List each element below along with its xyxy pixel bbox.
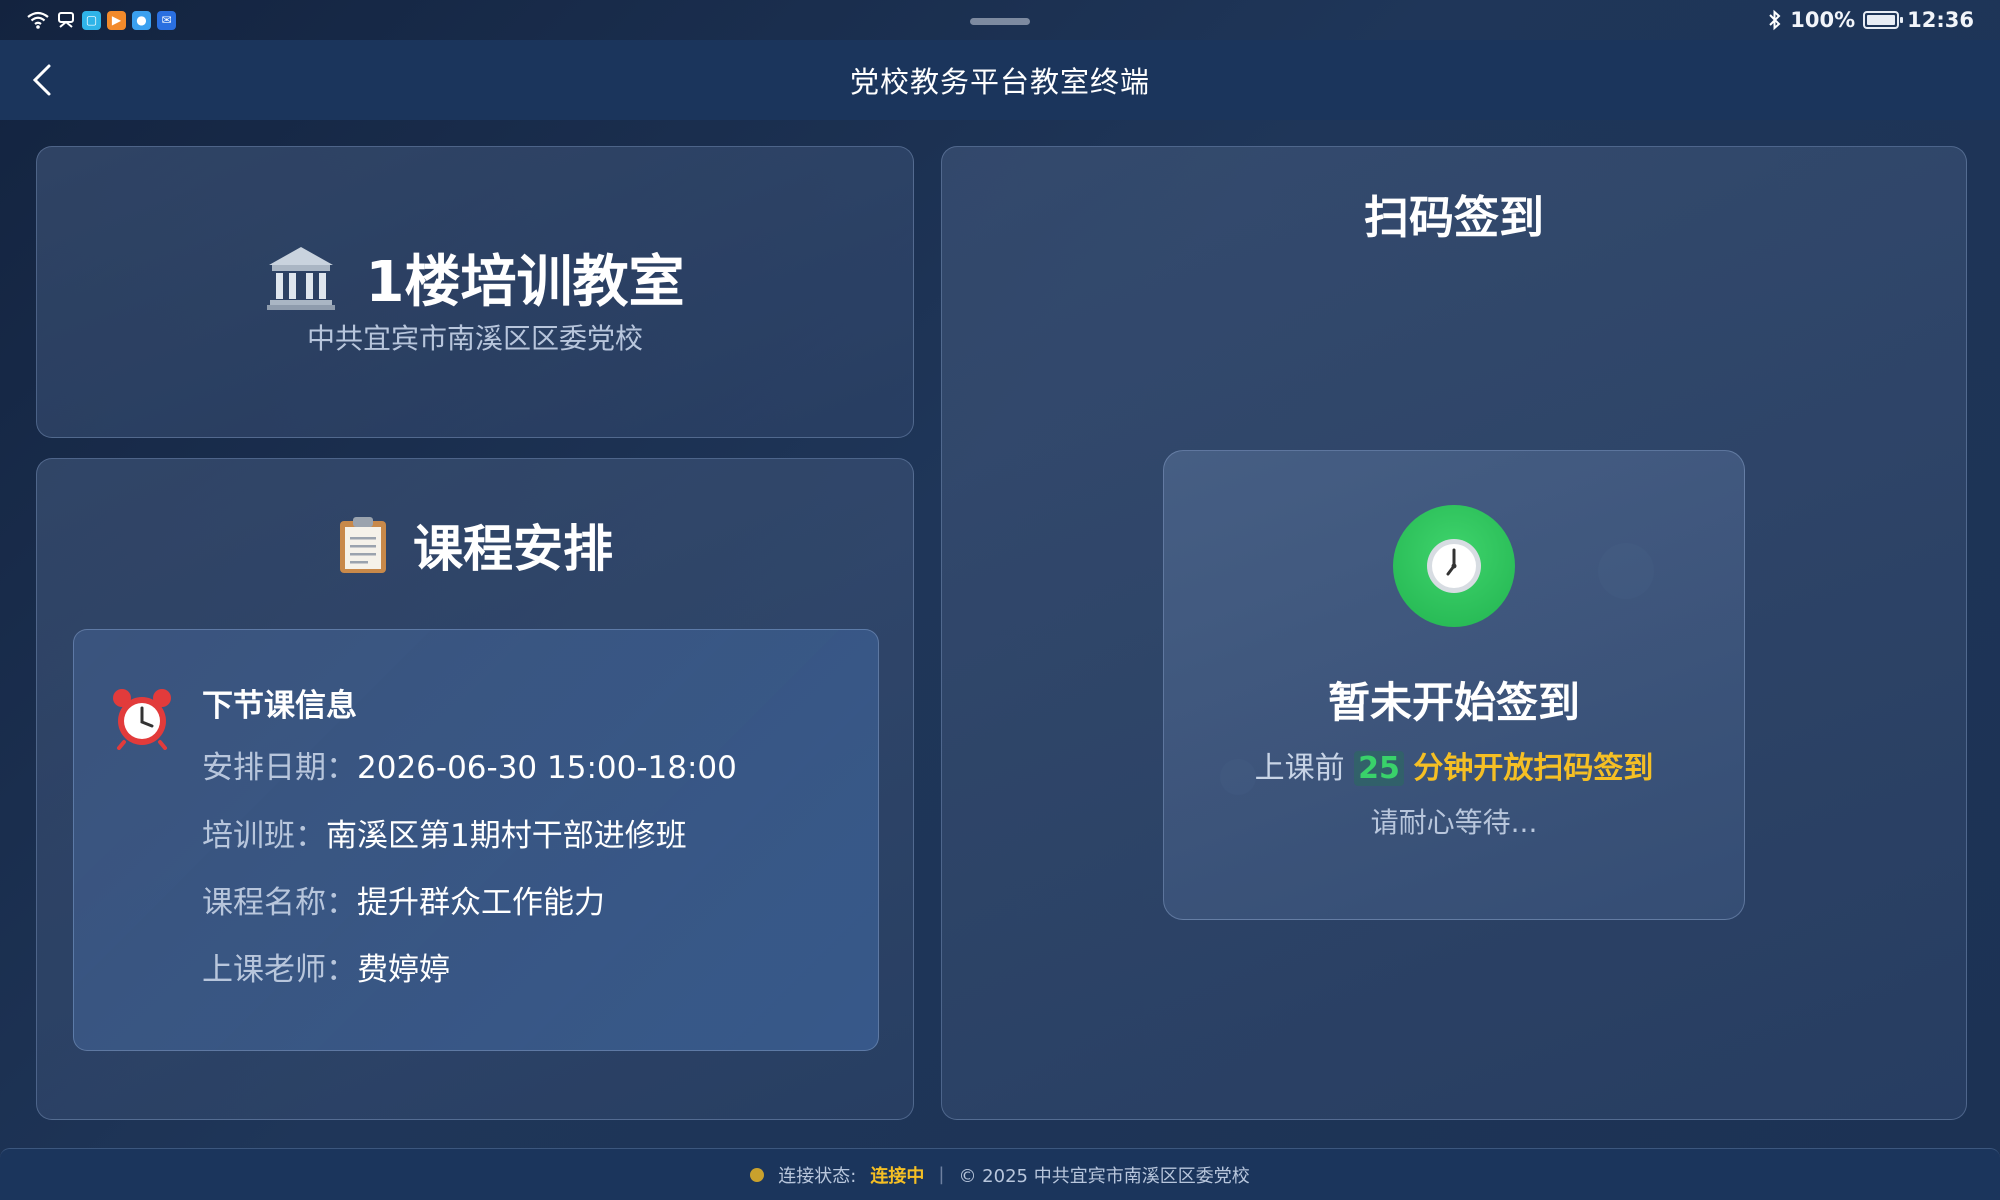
connection-label: 连接状态: xyxy=(778,1165,857,1187)
signin-open-message: 上课前 25 分钟开放扫码签到 xyxy=(1164,743,1744,787)
connection-status-dot xyxy=(750,1167,765,1182)
signin-status-text: 暂未开始签到 xyxy=(1327,678,1580,727)
teacher-label: 上课老师： xyxy=(202,952,357,988)
next-class-heading: 下节课信息 xyxy=(202,688,357,724)
course-name-value: 提升群众工作能力 xyxy=(357,885,605,921)
training-class-value: 南溪区第1期村干部进修班 xyxy=(326,818,687,854)
connection-value: 连接中 xyxy=(870,1165,925,1187)
classroom-card: 1楼培训教室 中共宜宾市南溪区区委党校 xyxy=(36,146,914,438)
course-schedule-card: 课程安排 下节课信息 安排日期：2026-06-30 15:00-18:00 培… xyxy=(36,458,914,1120)
organization-name: 中共宜宾市南溪区区委党校 xyxy=(306,322,643,355)
wifi-icon xyxy=(27,11,49,29)
status-indicator xyxy=(1393,505,1515,627)
schedule-date-label: 安排日期： xyxy=(202,750,357,786)
signin-title: 扫码签到 xyxy=(1363,191,1544,244)
training-class-label: 培训班： xyxy=(202,818,326,854)
training-class-row: 培训班：南溪区第1期村干部进修班 xyxy=(202,810,687,855)
schedule-date-row: 安排日期：2026-06-30 15:00-18:00 xyxy=(202,742,737,787)
app-icon-blue: ▢ xyxy=(82,10,101,30)
alarm-clock-icon xyxy=(113,689,171,750)
course-name-label: 课程名称： xyxy=(202,885,357,921)
clock-icon xyxy=(1427,539,1481,593)
page-title: 党校教务平台教室终端 xyxy=(849,65,1150,99)
course-name-row: 课程名称：提升群众工作能力 xyxy=(202,877,605,922)
app-icon-orange: ▶ xyxy=(107,10,126,30)
signin-status-panel: 暂未开始签到 上课前 25 分钟开放扫码签到 请耐心等待... xyxy=(1163,450,1745,920)
chevron-left-icon xyxy=(32,64,51,96)
building-icon xyxy=(266,246,335,310)
course-schedule-title: 课程安排 xyxy=(413,520,613,578)
battery-percent: 100% xyxy=(1790,8,1856,32)
teacher-value: 费婷婷 xyxy=(357,952,450,988)
app-icon-dark-blue: ✉ xyxy=(157,10,176,30)
minutes-badge: 25 xyxy=(1354,751,1404,786)
teacher-row: 上课老师：费婷婷 xyxy=(202,944,450,989)
copyright-text: © 2025 中共宜宾市南溪区区委党校 xyxy=(958,1165,1250,1187)
msg-suffix: 分钟开放扫码签到 xyxy=(1413,751,1654,786)
clock: 12:36 xyxy=(1907,8,1974,32)
status-right: 100% 12:36 xyxy=(1768,8,1974,32)
footer: 连接状态: 连接中 | © 2025 中共宜宾市南溪区区委党校 xyxy=(0,1148,2000,1200)
classroom-name: 1楼培训教室 xyxy=(365,250,685,315)
drag-handle[interactable] xyxy=(970,18,1030,25)
app-header: 党校教务平台教室终端 xyxy=(0,40,2000,120)
battery-icon xyxy=(1863,11,1904,29)
next-class-panel: 下节课信息 安排日期：2026-06-30 15:00-18:00 培训班：南溪… xyxy=(73,629,879,1051)
scan-signin-card: 扫码签到 暂未开始签到 上课前 25 分钟开放扫码签到 请耐心等待... xyxy=(941,146,1967,1120)
back-button[interactable] xyxy=(20,58,64,102)
msg-prefix: 上课前 xyxy=(1254,751,1345,786)
bluetooth-icon xyxy=(1769,9,1781,31)
clipboard-icon xyxy=(340,517,386,573)
footer-separator: | xyxy=(938,1164,945,1185)
wait-message: 请耐心等待... xyxy=(1370,806,1538,839)
notification-app-icon xyxy=(58,12,74,28)
schedule-date-value: 2026-06-30 15:00-18:00 xyxy=(357,750,737,786)
app-icon-cloud: ● xyxy=(132,10,151,30)
status-icons: ▢ ▶ ● ✉ xyxy=(26,10,176,30)
